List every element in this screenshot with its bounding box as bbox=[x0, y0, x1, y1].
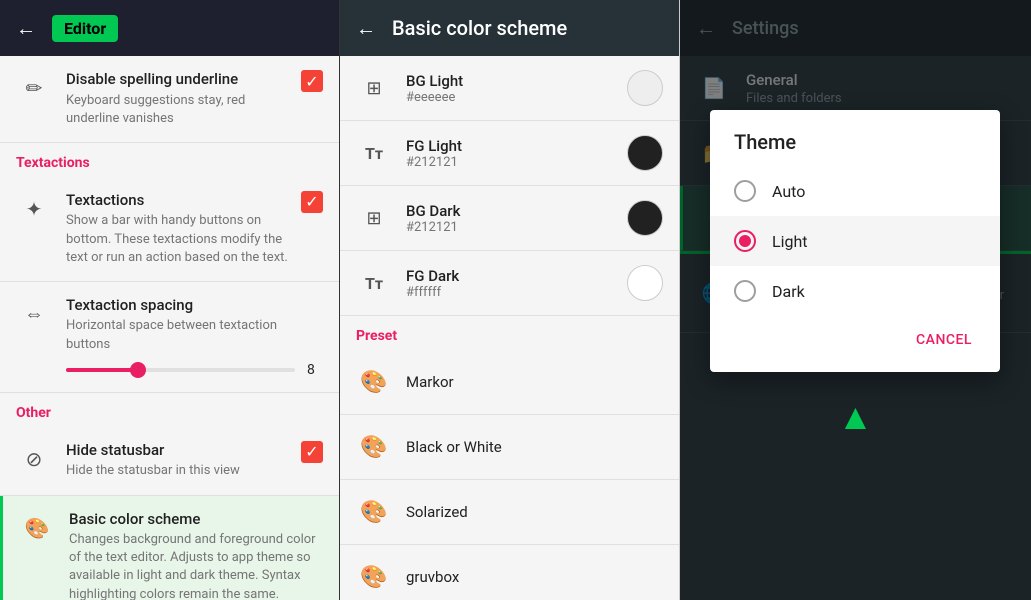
green-arrow-annotation: ▲ bbox=[838, 399, 874, 435]
spelling-title: Disable spelling underline bbox=[66, 70, 291, 90]
middle-title: Basic color scheme bbox=[392, 16, 567, 40]
radio-auto[interactable] bbox=[734, 180, 756, 202]
right-inner: ← Settings 📄 General Files and folders 📁… bbox=[680, 0, 1031, 600]
dialog-overlay: ▲ Theme Auto Light bbox=[680, 0, 1031, 600]
preset-black-white[interactable]: 🎨 Black or White bbox=[340, 415, 679, 480]
bg-dark-icon: ⊞ bbox=[356, 200, 392, 236]
fg-dark-hex: #ffffff bbox=[406, 285, 627, 300]
statusbar-desc: Hide the statusbar in this view bbox=[66, 462, 291, 480]
spelling-desc: Keyboard suggestions stay, red underline… bbox=[66, 92, 291, 128]
setting-hide-statusbar[interactable]: ⊘ Hide statusbar Hide the statusbar in t… bbox=[0, 427, 339, 496]
dialog-option-light[interactable]: Light bbox=[710, 216, 1000, 266]
color-item-bg-light[interactable]: ⊞ BG Light #eeeeee bbox=[340, 56, 679, 121]
slider-thumb[interactable] bbox=[130, 362, 146, 378]
radio-light[interactable] bbox=[734, 230, 756, 252]
slider-fill bbox=[66, 368, 135, 372]
editor-badge: Editor bbox=[52, 15, 118, 42]
palette-bw-icon: 🎨 bbox=[356, 429, 392, 465]
textactions-icon: ✦ bbox=[16, 191, 52, 227]
bg-dark-swatch[interactable] bbox=[627, 200, 663, 236]
left-panel: ← Editor ✏ Disable spelling underline Ke… bbox=[0, 0, 340, 600]
left-header: ← Editor bbox=[0, 0, 339, 56]
fg-light-name: FG Light bbox=[406, 137, 627, 155]
spacing-icon: ⇔ bbox=[16, 296, 52, 332]
auto-label: Auto bbox=[772, 182, 805, 201]
color-scheme-title: Basic color scheme bbox=[69, 510, 323, 530]
bg-dark-name: BG Dark bbox=[406, 202, 627, 220]
color-item-bg-dark[interactable]: ⊞ BG Dark #212121 bbox=[340, 186, 679, 251]
slider-value: 8 bbox=[307, 362, 323, 378]
fg-dark-icon: Tт bbox=[356, 265, 392, 301]
color-scheme-icon: 🎨 bbox=[19, 510, 55, 546]
spelling-checkbox[interactable]: ✓ bbox=[301, 70, 323, 92]
setting-basic-color-scheme[interactable]: 🎨 Basic color scheme Changes background … bbox=[0, 496, 339, 600]
dialog-title: Theme bbox=[710, 110, 1000, 166]
textactions-desc: Show a bar with handy buttons on bottom.… bbox=[66, 212, 291, 267]
statusbar-checkbox[interactable]: ✓ bbox=[301, 441, 323, 463]
dialog-actions: CANCEL bbox=[710, 316, 1000, 372]
statusbar-title: Hide statusbar bbox=[66, 441, 291, 461]
checkbox-checked-icon3: ✓ bbox=[301, 441, 323, 463]
middle-header: ← Basic color scheme bbox=[340, 0, 679, 56]
middle-panel: ← Basic color scheme ⊞ BG Light #eeeeee … bbox=[340, 0, 680, 600]
bg-dark-hex: #212121 bbox=[406, 220, 627, 235]
dark-label: Dark bbox=[772, 282, 805, 301]
color-item-fg-dark[interactable]: Tт FG Dark #ffffff bbox=[340, 251, 679, 316]
setting-disable-spelling[interactable]: ✏ Disable spelling underline Keyboard su… bbox=[0, 56, 339, 143]
left-back-button[interactable]: ← bbox=[16, 16, 36, 41]
setting-textactions[interactable]: ✦ Textactions Show a bar with handy butt… bbox=[0, 177, 339, 282]
checkbox-checked-icon2: ✓ bbox=[301, 191, 323, 213]
spelling-icon: ✏ bbox=[16, 70, 52, 106]
palette-gruvbox-icon: 🎨 bbox=[356, 559, 392, 595]
checkbox-checked-icon: ✓ bbox=[301, 70, 323, 92]
theme-dialog: Theme Auto Light bbox=[710, 110, 1000, 372]
palette-markor-icon: 🎨 bbox=[356, 364, 392, 400]
dialog-option-auto[interactable]: Auto bbox=[710, 166, 1000, 216]
slider-row: 8 bbox=[66, 362, 323, 378]
bg-light-hex: #eeeeee bbox=[406, 90, 627, 105]
preset-section-label: Preset bbox=[340, 316, 679, 350]
middle-back-button[interactable]: ← bbox=[356, 16, 376, 41]
other-section-label: Other bbox=[0, 393, 339, 427]
slider-track[interactable] bbox=[66, 368, 295, 372]
fg-dark-swatch[interactable] bbox=[627, 265, 663, 301]
middle-content: ⊞ BG Light #eeeeee Tт FG Light #212121 ⊞… bbox=[340, 56, 679, 600]
fg-light-hex: #212121 bbox=[406, 155, 627, 170]
palette-solar-icon: 🎨 bbox=[356, 494, 392, 530]
preset-markor[interactable]: 🎨 Markor bbox=[340, 350, 679, 415]
radio-inner-light bbox=[739, 235, 751, 247]
color-scheme-desc: Changes background and foreground color … bbox=[69, 531, 323, 600]
bg-light-swatch[interactable] bbox=[627, 70, 663, 106]
fg-dark-name: FG Dark bbox=[406, 267, 627, 285]
preset-solar-name: Solarized bbox=[406, 503, 468, 521]
left-content: ✏ Disable spelling underline Keyboard su… bbox=[0, 56, 339, 600]
right-panel: ← Settings 📄 General Files and folders 📁… bbox=[680, 0, 1031, 600]
preset-gruvbox-name: gruvbox bbox=[406, 568, 459, 586]
textactions-section-label: Textactions bbox=[0, 143, 339, 177]
color-item-fg-light[interactable]: Tт FG Light #212121 bbox=[340, 121, 679, 186]
setting-textaction-spacing[interactable]: ⇔ Textaction spacing Horizontal space be… bbox=[0, 282, 339, 393]
textactions-title: Textactions bbox=[66, 191, 291, 211]
cancel-button[interactable]: CANCEL bbox=[904, 324, 984, 356]
statusbar-icon: ⊘ bbox=[16, 441, 52, 477]
spacing-title: Textaction spacing bbox=[66, 296, 323, 316]
fg-light-swatch[interactable] bbox=[627, 135, 663, 171]
preset-markor-name: Markor bbox=[406, 373, 454, 391]
preset-bw-name: Black or White bbox=[406, 438, 502, 456]
radio-dark[interactable] bbox=[734, 280, 756, 302]
spacing-desc: Horizontal space between textaction butt… bbox=[66, 317, 323, 353]
bg-light-name: BG Light bbox=[406, 72, 627, 90]
fg-light-icon: Tт bbox=[356, 135, 392, 171]
preset-solarized[interactable]: 🎨 Solarized bbox=[340, 480, 679, 545]
dialog-option-dark[interactable]: Dark bbox=[710, 266, 1000, 316]
light-label: Light bbox=[772, 232, 808, 251]
preset-gruvbox[interactable]: 🎨 gruvbox bbox=[340, 545, 679, 600]
bg-light-icon: ⊞ bbox=[356, 70, 392, 106]
textactions-checkbox[interactable]: ✓ bbox=[301, 191, 323, 213]
